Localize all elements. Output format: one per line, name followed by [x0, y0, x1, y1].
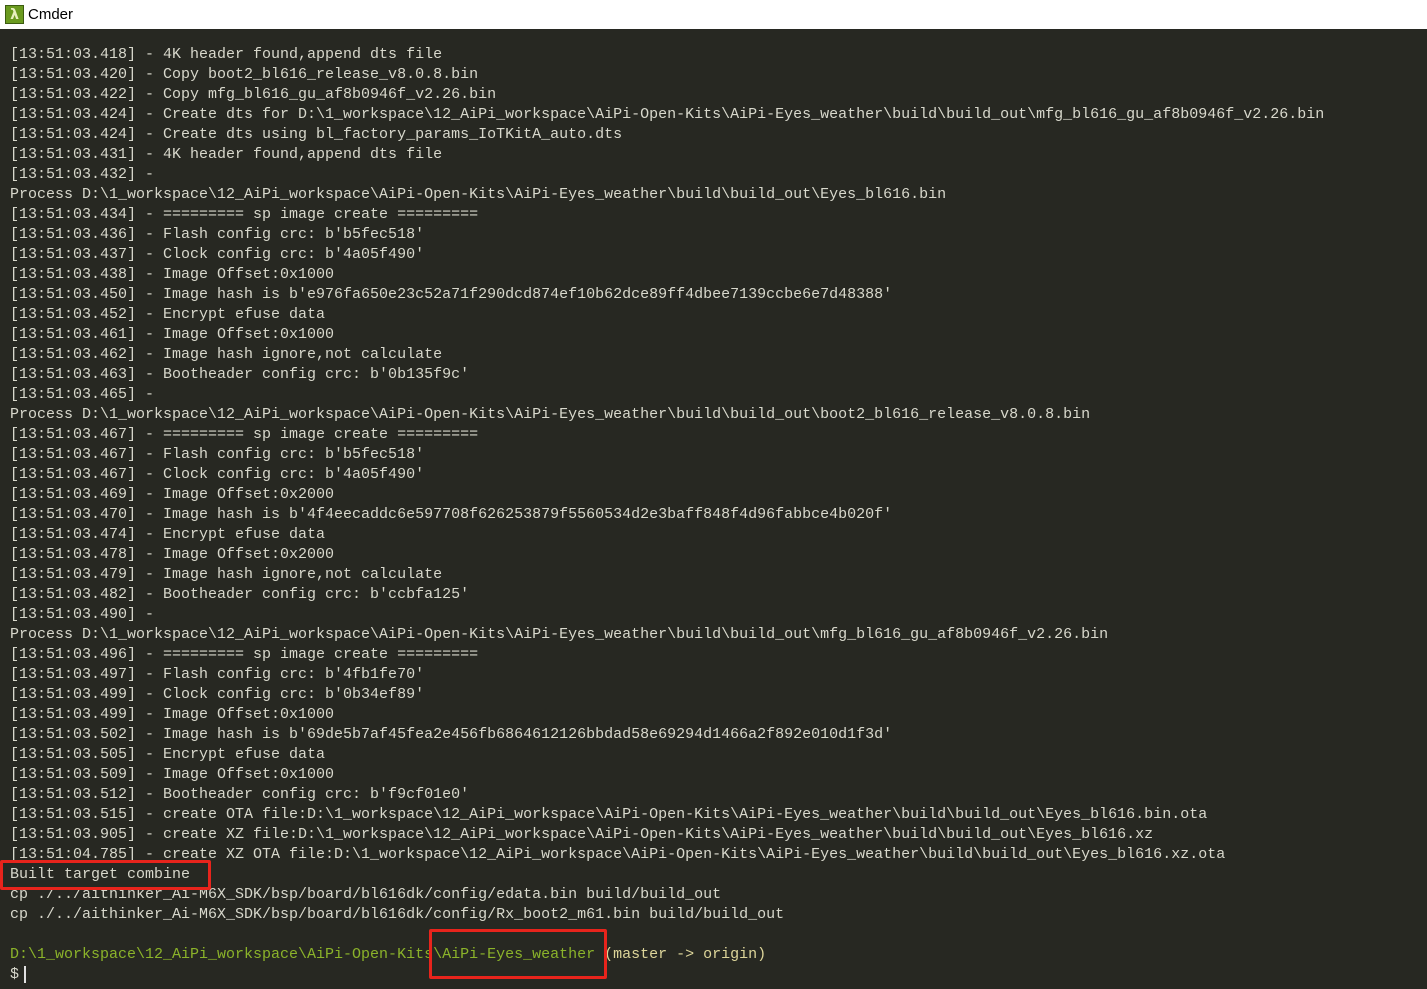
- log-line: [13:51:03.437] - Clock config crc: b'4a0…: [10, 246, 425, 263]
- log-lines: [13:51:03.418] - 4K header found,append …: [10, 45, 1324, 985]
- highlight-built-target: [0, 860, 211, 890]
- prompt-symbol: $: [10, 966, 20, 983]
- log-line: [13:51:03.490] -: [10, 606, 155, 623]
- log-line: [13:51:03.479] - Image hash ignore,not c…: [10, 566, 443, 583]
- title-bar: λ Cmder: [0, 0, 1427, 29]
- log-line: [13:51:03.420] - Copy boot2_bl616_releas…: [10, 66, 479, 83]
- log-line: [13:51:03.461] - Image Offset:0x1000: [10, 326, 335, 343]
- log-line: Process D:\1_workspace\12_AiPi_workspace…: [10, 186, 947, 203]
- log-line: [13:51:03.450] - Image hash is b'e976fa6…: [10, 286, 893, 303]
- log-line: [13:51:03.469] - Image Offset:0x2000: [10, 486, 335, 503]
- log-line: Process D:\1_workspace\12_AiPi_workspace…: [10, 406, 1091, 423]
- log-line: [13:51:03.499] - Image Offset:0x1000: [10, 706, 335, 723]
- log-line: [13:51:03.467] - Flash config crc: b'b5f…: [10, 446, 425, 463]
- log-line: [13:51:03.462] - Image hash ignore,not c…: [10, 346, 443, 363]
- path-prefix: D:\1_workspace\12_AiPi_workspace\AiPi-Op…: [10, 946, 434, 963]
- log-line: cp ./../aithinker_Ai-M6X_SDK/bsp/board/b…: [10, 906, 785, 923]
- log-line: [13:51:03.463] - Bootheader config crc: …: [10, 366, 470, 383]
- log-line: [13:51:03.509] - Image Offset:0x1000: [10, 766, 335, 783]
- prompt-path: D:\1_workspace\12_AiPi_workspace\AiPi-Op…: [10, 945, 1324, 965]
- log-line: [13:51:03.422] - Copy mfg_bl616_gu_af8b0…: [10, 86, 497, 103]
- log-line: [13:51:03.424] - Create dts for D:\1_wor…: [10, 106, 1325, 123]
- log-line: [13:51:03.515] - create OTA file:D:\1_wo…: [10, 806, 1208, 823]
- lambda-icon: λ: [5, 5, 24, 24]
- log-line: [13:51:03.418] - 4K header found,append …: [10, 46, 443, 63]
- log-line: [13:51:03.467] - Clock config crc: b'4a0…: [10, 466, 425, 483]
- text-cursor: [24, 965, 27, 983]
- log-line: [13:51:03.478] - Image Offset:0x2000: [10, 546, 335, 563]
- log-line: Process D:\1_workspace\12_AiPi_workspace…: [10, 626, 1109, 643]
- log-line: [13:51:03.512] - Bootheader config crc: …: [10, 786, 470, 803]
- highlight-project-folder: [429, 929, 607, 979]
- log-line: [13:51:03.438] - Image Offset:0x1000: [10, 266, 335, 283]
- log-line: [13:51:03.465] -: [10, 386, 155, 403]
- log-line: [13:51:03.436] - Flash config crc: b'b5f…: [10, 226, 425, 243]
- log-line: [13:51:03.497] - Flash config crc: b'4fb…: [10, 666, 425, 683]
- log-line: [13:51:03.505] - Encrypt efuse data: [10, 746, 326, 763]
- log-line: [13:51:03.467] - ========= sp image crea…: [10, 426, 479, 443]
- log-line: [13:51:03.499] - Clock config crc: b'0b3…: [10, 686, 425, 703]
- prompt-input[interactable]: $: [10, 965, 1324, 985]
- log-line: [13:51:03.482] - Bootheader config crc: …: [10, 586, 470, 603]
- log-line: [13:51:03.470] - Image hash is b'4f4eeca…: [10, 506, 893, 523]
- window-title: Cmder: [28, 6, 74, 23]
- log-line: [13:51:03.424] - Create dts using bl_fac…: [10, 126, 623, 143]
- log-line: [13:51:03.452] - Encrypt efuse data: [10, 306, 326, 323]
- log-line: [13:51:03.474] - Encrypt efuse data: [10, 526, 326, 543]
- git-branch: (master -> origin): [595, 946, 767, 963]
- log-line: [13:51:03.431] - 4K header found,append …: [10, 146, 443, 163]
- log-line: [13:51:03.434] - ========= sp image crea…: [10, 206, 479, 223]
- log-line: [13:51:03.432] -: [10, 166, 155, 183]
- terminal-output[interactable]: [13:51:03.418] - 4K header found,append …: [0, 29, 1427, 989]
- log-line: [13:51:03.502] - Image hash is b'69de5b7…: [10, 726, 893, 743]
- log-line: [13:51:03.496] - ========= sp image crea…: [10, 646, 479, 663]
- log-line: [13:51:03.905] - create XZ file:D:\1_wor…: [10, 826, 1154, 843]
